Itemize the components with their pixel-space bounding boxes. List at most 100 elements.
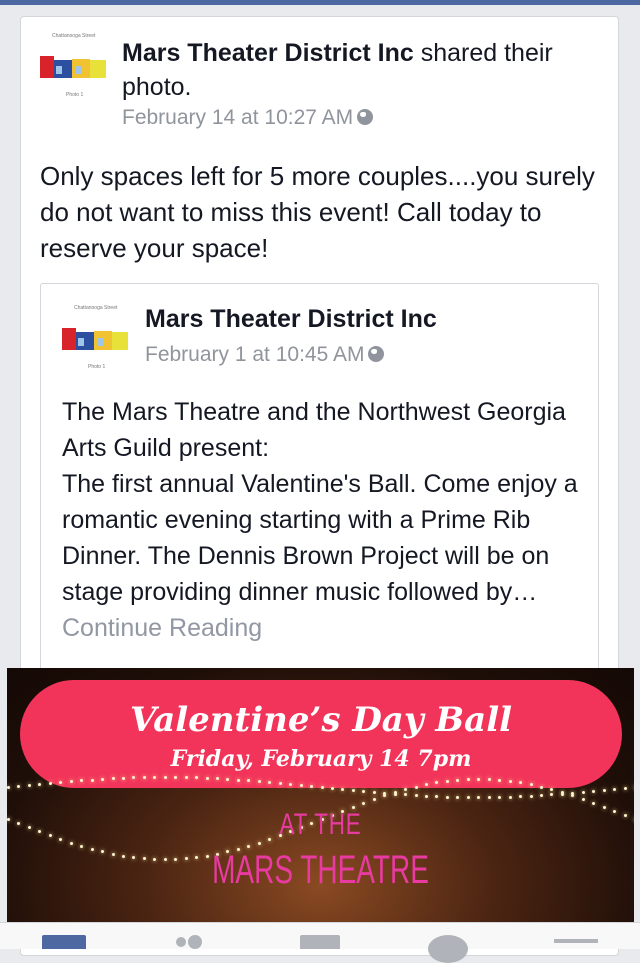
storefront-icon	[40, 56, 106, 78]
light-bulb	[602, 805, 606, 809]
bottom-tab-bar	[0, 922, 640, 963]
banner-venue: MARS THEATRE	[212, 848, 429, 892]
light-bulb	[351, 789, 355, 793]
light-bulb	[17, 822, 21, 826]
globe-icon	[368, 346, 385, 362]
light-bulb	[456, 795, 460, 799]
shared-timestamp[interactable]: February 1 at 10:45 AM	[145, 343, 385, 367]
light-bulb	[7, 786, 10, 789]
light-bulb	[613, 788, 617, 792]
light-bulb	[320, 786, 324, 789]
light-bulb	[508, 795, 512, 799]
post-header: Mars Theater District Inc shared their p…	[122, 36, 612, 104]
news-feed-icon[interactable]	[42, 935, 86, 949]
avatar-caption-top: Chattanooga Street	[52, 33, 96, 39]
light-bulb	[299, 783, 303, 787]
light-bulb	[508, 779, 512, 783]
post-timestamp[interactable]: February 14 at 10:27 AM	[122, 106, 374, 130]
light-bulb	[581, 791, 585, 794]
banner-title: Valentine’s Day Ball	[129, 700, 513, 740]
light-bulb	[111, 777, 115, 781]
light-bulb	[613, 809, 617, 813]
light-bulb	[101, 777, 105, 781]
author-link[interactable]: Mars Theater District Inc	[122, 39, 414, 67]
page-avatar[interactable]: Chattanooga Street Photo 1	[38, 30, 110, 102]
light-bulb	[341, 788, 345, 792]
shared-text: The Mars Theatre and the Northwest Georg…	[62, 394, 582, 646]
post-message: Only spaces left for 5 more couples....y…	[40, 161, 595, 263]
event-banner-image[interactable]: Valentine’s Day Ball Friday, February 14…	[7, 668, 634, 924]
light-bulb	[498, 795, 502, 799]
light-bulb	[330, 787, 334, 791]
notifications-icon[interactable]	[428, 935, 468, 963]
light-bulb	[581, 798, 585, 801]
light-bulb	[27, 826, 31, 830]
light-bulb	[257, 780, 261, 784]
light-bulb	[278, 781, 282, 785]
shared-page-avatar[interactable]: Chattanooga Street Photo 1	[60, 302, 132, 374]
globe-icon	[357, 109, 374, 125]
light-bulb	[550, 788, 554, 792]
light-bulb	[623, 787, 627, 791]
light-bulb	[414, 785, 418, 789]
light-bulb	[59, 838, 63, 841]
light-bulb	[90, 778, 94, 782]
light-bulb	[362, 790, 366, 794]
light-bulb	[623, 813, 627, 817]
light-bulb	[80, 844, 84, 848]
light-bulb	[445, 779, 449, 783]
light-bulb	[414, 794, 418, 798]
light-bulb	[48, 781, 52, 785]
light-bulb	[90, 847, 94, 851]
light-bulb	[425, 794, 428, 798]
light-bulb	[362, 801, 366, 805]
light-bulb	[550, 793, 554, 797]
light-bulb	[310, 784, 314, 788]
light-bulb	[539, 794, 543, 798]
light-bulb	[592, 790, 596, 794]
light-bulb	[529, 794, 533, 798]
light-bulb	[560, 792, 564, 796]
top-bar	[0, 0, 640, 5]
light-bulb	[539, 785, 543, 789]
light-bulb	[571, 794, 575, 798]
more-icon[interactable]	[554, 939, 598, 943]
avatar-caption-bottom: Photo 1	[66, 92, 84, 98]
light-bulb	[602, 789, 606, 793]
shared-body: The Mars Theatre and the Northwest Georg…	[62, 398, 578, 606]
light-bulb	[404, 793, 408, 797]
light-bulb	[27, 783, 31, 787]
timestamp-text: February 14 at 10:27 AM	[122, 106, 354, 129]
avatar-caption-top: Chattanooga Street	[74, 305, 118, 311]
avatar-caption-bottom: Photo 1	[88, 364, 106, 370]
light-bulb	[445, 795, 449, 799]
light-bulb	[487, 778, 491, 782]
light-bulb	[404, 788, 408, 792]
light-bulb	[477, 796, 481, 799]
banner-at-the: AT THE	[279, 808, 362, 841]
light-bulb	[393, 792, 397, 796]
light-bulb	[383, 794, 387, 798]
light-bulb	[236, 778, 240, 782]
light-bulb	[372, 798, 376, 801]
continue-reading-link[interactable]: Continue Reading	[62, 614, 262, 642]
light-bulb	[38, 830, 42, 834]
light-bulb	[69, 780, 73, 784]
light-bulb	[487, 795, 491, 799]
light-bulb	[163, 776, 167, 779]
light-bulb	[121, 776, 125, 780]
light-bulb	[466, 795, 470, 799]
light-bulb	[184, 776, 188, 780]
timestamp-text: February 1 at 10:45 AM	[145, 343, 365, 366]
title-ribbon: Valentine’s Day Ball Friday, February 14…	[20, 680, 622, 788]
storefront-icon	[62, 328, 128, 350]
light-bulb	[592, 801, 596, 805]
friend-requests-icon[interactable]	[174, 935, 208, 949]
light-bulb	[498, 778, 502, 782]
messages-icon[interactable]	[300, 935, 340, 949]
shared-author-link[interactable]: Mars Theater District Inc	[145, 305, 437, 334]
light-bulb	[69, 841, 73, 845]
light-bulb	[372, 791, 376, 794]
banner-date: Friday, February 14 7pm	[170, 746, 472, 772]
light-bulb	[435, 795, 439, 799]
